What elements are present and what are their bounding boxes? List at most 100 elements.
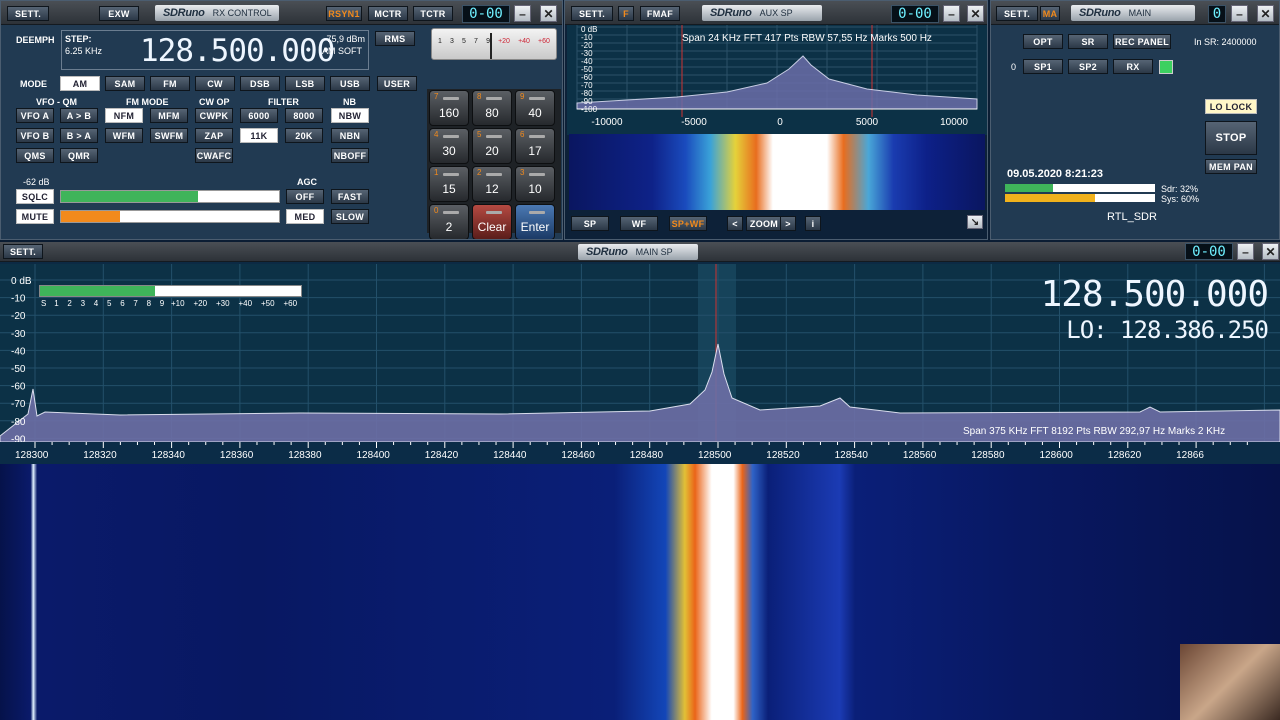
- mode-sam-button[interactable]: SAM: [105, 76, 145, 91]
- fmaf-button[interactable]: FMAF: [640, 6, 680, 21]
- keypad-key-80[interactable]: 8 80: [472, 90, 512, 126]
- sp1-button[interactable]: SP1: [1023, 59, 1063, 74]
- minimize-button[interactable]: –: [514, 5, 531, 22]
- squelch-slider[interactable]: [60, 190, 280, 203]
- sr-button[interactable]: SR: [1068, 34, 1108, 49]
- mem-pan-button[interactable]: MEM PAN: [1205, 159, 1257, 174]
- main-waterfall[interactable]: [0, 464, 1280, 720]
- rms-button[interactable]: RMS: [375, 31, 415, 46]
- nboff-button[interactable]: NBOFF: [331, 148, 369, 163]
- rx-window-badge[interactable]: SDRuno RX CONTROL: [155, 5, 279, 21]
- mode-lsb-button[interactable]: LSB: [285, 76, 325, 91]
- keypad-key-20[interactable]: 5 20: [472, 128, 512, 164]
- close-button[interactable]: ✕: [1262, 243, 1279, 260]
- b-a-button[interactable]: B > A: [60, 128, 98, 143]
- keypad-key-clear[interactable]: Clear: [472, 204, 512, 239]
- main-titlebar[interactable]: SETT. MA SDRuno MAIN 0 – ✕: [991, 1, 1279, 25]
- rsyn-button[interactable]: RSYN1: [326, 6, 362, 21]
- zap-button[interactable]: ZAP: [195, 128, 233, 143]
- qmr-button[interactable]: QMR: [60, 148, 98, 163]
- mode-am-button[interactable]: AM: [60, 76, 100, 91]
- keypad-key-17[interactable]: 6 17: [515, 128, 555, 164]
- lo-frequency[interactable]: LO: 128.386.250: [1066, 316, 1269, 344]
- tctr-button[interactable]: TCTR: [413, 6, 453, 21]
- aux-wf-button[interactable]: WF: [620, 216, 658, 231]
- mode-cw-button[interactable]: CW: [195, 76, 235, 91]
- qms-button[interactable]: QMS: [16, 148, 54, 163]
- aux-i-button[interactable]: i: [805, 216, 821, 231]
- mctr-button[interactable]: MCTR: [368, 6, 408, 21]
- aux---button[interactable]: >: [780, 216, 796, 231]
- mode-dsb-button[interactable]: DSB: [240, 76, 280, 91]
- f-button[interactable]: F: [618, 6, 634, 21]
- aux-settings-button[interactable]: SETT.: [571, 6, 613, 21]
- key-digit: 3: [520, 168, 525, 177]
- volume-slider[interactable]: [60, 210, 280, 223]
- minimize-button[interactable]: –: [1237, 243, 1254, 260]
- mfm-button[interactable]: MFM: [150, 108, 188, 123]
- opt-button[interactable]: OPT: [1023, 34, 1063, 49]
- keypad-key-2[interactable]: 02: [429, 204, 469, 239]
- keypad-key-12[interactable]: 2 12: [472, 166, 512, 202]
- settings-button[interactable]: SETT.: [7, 6, 49, 21]
- close-button[interactable]: ✕: [967, 5, 984, 22]
- sp2-button[interactable]: SP2: [1068, 59, 1108, 74]
- keypad-key-15[interactable]: 1 15: [429, 166, 469, 202]
- rx-button[interactable]: RX: [1113, 59, 1153, 74]
- mode-fm-button[interactable]: FM: [150, 76, 190, 91]
- aux-titlebar[interactable]: SETT. F FMAF SDRuno AUX SP 0-00 – ✕: [565, 1, 987, 25]
- main-frequency[interactable]: 128.500.000: [1041, 274, 1269, 315]
- resize-corner-icon[interactable]: ↘: [967, 215, 983, 229]
- 6000-button[interactable]: 6000: [240, 108, 278, 123]
- aux-sp-button[interactable]: SP: [571, 216, 609, 231]
- mode-usb-button[interactable]: USB: [330, 76, 370, 91]
- agc-slow-button[interactable]: SLOW: [331, 209, 369, 224]
- close-button[interactable]: ✕: [1257, 5, 1274, 22]
- agc-off-button[interactable]: OFF: [286, 189, 324, 204]
- stop-button[interactable]: STOP: [1205, 121, 1257, 155]
- rx-titlebar[interactable]: SETT. EXW SDRuno RX CONTROL RSYN1 MCTR TC…: [1, 1, 562, 25]
- cwafc-button[interactable]: CWAFC: [195, 148, 233, 163]
- lo-lock-button[interactable]: LO LOCK: [1205, 99, 1257, 114]
- aux-window-badge[interactable]: SDRuno AUX SP: [702, 5, 822, 21]
- vfo-a-button[interactable]: VFO A: [16, 108, 54, 123]
- squelch-button[interactable]: SQLC: [16, 189, 54, 204]
- 11k-button[interactable]: 11K: [240, 128, 278, 143]
- keypad-key-40[interactable]: 9 40: [515, 90, 555, 126]
- main-settings-button[interactable]: SETT.: [996, 6, 1038, 21]
- main-window-badge[interactable]: SDRuno MAIN: [1071, 5, 1195, 21]
- aux-zoom-button[interactable]: ZOOM: [746, 216, 782, 231]
- agc-fast-button[interactable]: FAST: [331, 189, 369, 204]
- vfo-b-button[interactable]: VFO B: [16, 128, 54, 143]
- vfo-frequency[interactable]: 128.500.000: [140, 33, 335, 69]
- nfm-button[interactable]: NFM: [105, 108, 143, 123]
- ma-button[interactable]: MA: [1040, 6, 1060, 21]
- swfm-button[interactable]: SWFM: [150, 128, 188, 143]
- mute-button[interactable]: MUTE: [16, 209, 54, 224]
- nbw-button[interactable]: NBW: [331, 108, 369, 123]
- exw-button[interactable]: EXW: [99, 6, 139, 21]
- keypad-key-enter[interactable]: Enter: [515, 204, 555, 239]
- agc-med-button[interactable]: MED: [286, 209, 324, 224]
- aux---button[interactable]: <: [727, 216, 743, 231]
- main-sp-settings-button[interactable]: SETT.: [3, 244, 43, 259]
- main-sp-titlebar[interactable]: SETT. SDRuno MAIN SP 0-00 – ✕: [0, 242, 1280, 262]
- frequency-axis[interactable]: 128300 128320 128340 128360 128380 128400 1284…: [0, 442, 1280, 464]
- minimize-button[interactable]: –: [1231, 5, 1248, 22]
- keypad-key-10[interactable]: 3 10: [515, 166, 555, 202]
- wfm-button[interactable]: WFM: [105, 128, 143, 143]
- aux-sp-wf-button[interactable]: SP+WF: [669, 216, 707, 231]
- 8000-button[interactable]: 8000: [285, 108, 323, 123]
- minimize-button[interactable]: –: [943, 5, 960, 22]
- main-sp-window-badge[interactable]: SDRuno MAIN SP: [578, 244, 698, 260]
- aux-waterfall[interactable]: [569, 134, 985, 210]
- rec-panel-button[interactable]: REC PANEL: [1113, 34, 1171, 49]
- cwpk-button[interactable]: CWPK: [195, 108, 233, 123]
- nbn-button[interactable]: NBN: [331, 128, 369, 143]
- keypad-key-30[interactable]: 4 30: [429, 128, 469, 164]
- keypad-key-160[interactable]: 7 160: [429, 90, 469, 126]
- 20k-button[interactable]: 20K: [285, 128, 323, 143]
- close-button[interactable]: ✕: [540, 5, 557, 22]
- a-b-button[interactable]: A > B: [60, 108, 98, 123]
- mode-user-button[interactable]: USER: [377, 76, 417, 91]
